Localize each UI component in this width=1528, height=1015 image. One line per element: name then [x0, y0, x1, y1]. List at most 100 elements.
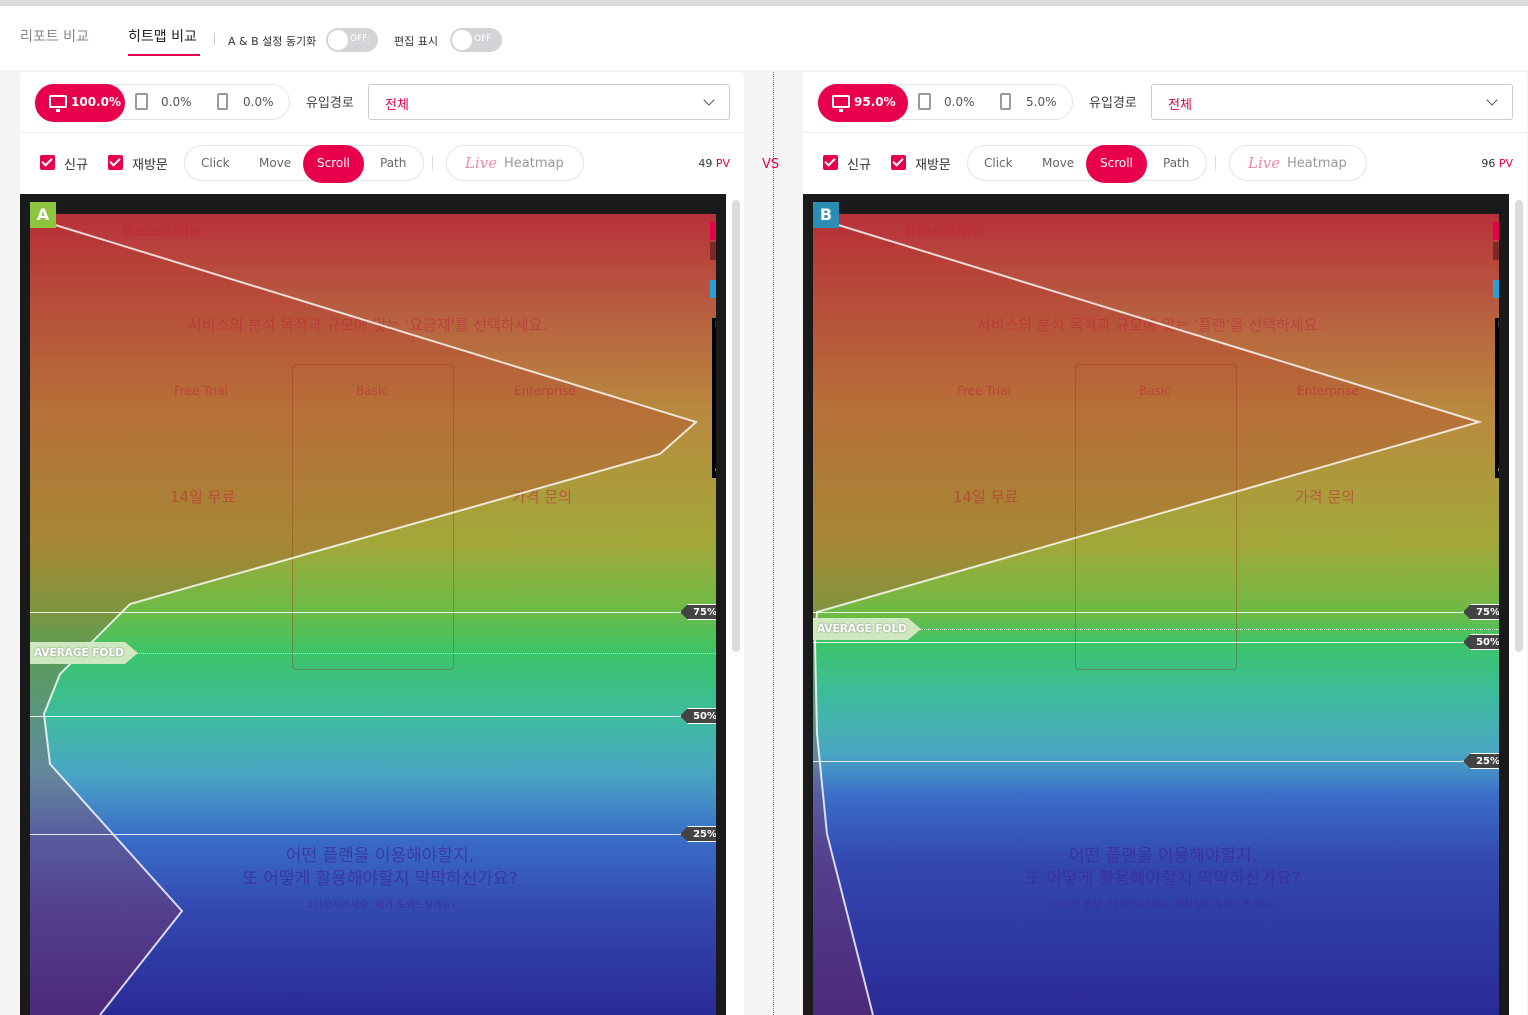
new-visitor-label: 신규	[64, 158, 88, 173]
average-fold-tag: AVERAGE FOLD	[813, 618, 921, 640]
desktop-percent: 100.0%	[71, 95, 121, 109]
revisit-checkbox[interactable]	[108, 155, 123, 170]
new-visitor-checkbox[interactable]	[40, 155, 55, 170]
mode-click[interactable]: Click	[201, 156, 230, 170]
new-visitor-checkbox[interactable]	[823, 155, 838, 170]
panel-divider	[773, 72, 774, 1015]
edit-display-toggle[interactable]: OFF	[450, 28, 502, 52]
desktop-device-button[interactable]: 95.0%	[818, 84, 908, 122]
divider	[803, 132, 1527, 133]
scroll-depth-area	[30, 224, 696, 1015]
ab-sync-toggle[interactable]: OFF	[326, 28, 378, 52]
heat-legend: H C	[712, 318, 722, 478]
mode-scroll[interactable]: Scroll	[1086, 145, 1147, 183]
heatmap-mode-tabs: Click Move Scroll Path	[184, 145, 424, 183]
scroll-depth-curve	[813, 223, 1483, 1015]
pv-value: 49	[698, 157, 713, 170]
heatmap-panel-b: 95.0% 0.0% 5.0% 유입경로 전체 신규 재방문 Click Mov…	[803, 72, 1527, 1015]
inflow-select[interactable]: 전체	[368, 84, 730, 120]
scroll-50-tag: 50%	[1463, 634, 1499, 650]
heatmap-frame[interactable]: Beusable 서비스의 분석 목적과 규모에 맞는 '요금제'를 선택하세요…	[20, 194, 726, 1015]
desktop-percent: 95.0%	[854, 95, 896, 109]
scroll-50-line	[30, 716, 680, 717]
heatmap-mode-tabs: Click Move Scroll Path	[967, 145, 1207, 183]
pv-unit: PV	[1498, 157, 1513, 170]
heatmap-viewer: Beusable 서비스의 분석 목적과 규모에 맞는 '플랜'을 선택하세요.…	[803, 194, 1527, 1015]
monitor-icon	[832, 95, 850, 112]
scroll-50-line	[813, 642, 1463, 643]
inflow-select[interactable]: 전체	[1151, 84, 1513, 120]
expand-icon[interactable]: ‹›	[710, 222, 716, 240]
tablet-icon	[918, 93, 931, 110]
toggle-knob	[452, 30, 472, 50]
pv-unit: PV	[715, 157, 730, 170]
mode-scroll[interactable]: Scroll	[303, 145, 364, 183]
tab-report-compare[interactable]: 리포트 비교	[20, 26, 89, 46]
scroll-75-tag: 75%	[680, 604, 716, 620]
chevron-down-icon	[703, 94, 715, 106]
legend-cold-label: C	[715, 466, 722, 476]
tablet-percent: 0.0%	[161, 95, 192, 109]
heatmap-text: Heatmap	[1287, 156, 1347, 171]
scroll-25-line	[30, 834, 680, 835]
compare-top-bar: 리포트 비교 히트맵 비교 A & B 설정 동기화 OFF 편집 표시 OFF	[0, 0, 1528, 70]
legend-high-label: H	[1498, 320, 1506, 330]
live-heatmap-button[interactable]: Live Heatmap	[1229, 145, 1367, 181]
mode-move[interactable]: Move	[1042, 156, 1074, 170]
live-text: Live	[1248, 154, 1281, 172]
toggle-knob	[328, 30, 348, 50]
vs-label: VS	[762, 157, 780, 172]
heat-legend: H C	[1495, 318, 1506, 478]
legend-gradient	[716, 336, 722, 454]
scroll-25-tag: 25%	[680, 826, 716, 842]
divider	[214, 33, 215, 45]
average-fold-tag: AVERAGE FOLD	[30, 642, 138, 664]
expand-icon[interactable]: ‹›	[1493, 222, 1499, 240]
tab-heatmap-compare[interactable]: 히트맵 비교	[128, 26, 197, 46]
toggle-state: OFF	[474, 34, 492, 44]
live-heatmap-button[interactable]: Live Heatmap	[446, 145, 584, 181]
desktop-device-button[interactable]: 100.0%	[35, 84, 125, 122]
inflow-label: 유입경로	[306, 96, 354, 111]
monitor-icon	[49, 95, 67, 112]
download-icon[interactable]: ↓	[1493, 280, 1499, 298]
panel-badge-a: A	[30, 202, 56, 228]
mode-move[interactable]: Move	[259, 156, 291, 170]
toggle-state: OFF	[350, 34, 368, 44]
mode-path[interactable]: Path	[380, 156, 406, 170]
chevron-down-icon	[1486, 94, 1498, 106]
mobile-icon	[217, 93, 228, 110]
heatmap-frame[interactable]: Beusable 서비스의 분석 목적과 규모에 맞는 '플랜'을 선택하세요.…	[803, 194, 1509, 1015]
mode-path[interactable]: Path	[1163, 156, 1189, 170]
scroll-25-line	[813, 761, 1463, 762]
tablet-percent: 0.0%	[944, 95, 975, 109]
collapse-icon[interactable]: ›‹	[710, 242, 716, 260]
scroll-50-tag: 50%	[680, 708, 716, 724]
revisit-checkbox[interactable]	[891, 155, 906, 170]
mobile-percent: 5.0%	[1026, 95, 1057, 109]
legend-cold-label: C	[1498, 466, 1505, 476]
heatmap-panel-a: 100.0% 0.0% 0.0% 유입경로 전체 신규 재방문 Click Mo…	[20, 72, 744, 1015]
scrollbar[interactable]	[732, 200, 740, 652]
inflow-label: 유입경로	[1089, 96, 1137, 111]
scroll-75-tag: 75%	[1463, 604, 1499, 620]
mobile-percent: 0.0%	[243, 95, 274, 109]
device-filter: 95.0% 0.0% 5.0%	[817, 84, 1073, 122]
device-filter: 100.0% 0.0% 0.0%	[34, 84, 290, 122]
collapse-icon[interactable]: ›‹	[1493, 242, 1499, 260]
download-icon[interactable]: ↓	[710, 280, 716, 298]
scroll-depth-curve	[30, 223, 698, 1015]
average-fold-line	[903, 629, 1499, 630]
pageview-count: 49 PV	[698, 157, 730, 170]
revisit-label: 재방문	[132, 158, 168, 173]
scroll-75-line	[813, 612, 1463, 613]
revisit-label: 재방문	[915, 158, 951, 173]
scroll-depth-area	[813, 224, 1479, 1015]
inflow-value: 전체	[1168, 98, 1192, 113]
mode-click[interactable]: Click	[984, 156, 1013, 170]
heatmap-viewer: Beusable 서비스의 분석 목적과 규모에 맞는 '요금제'를 선택하세요…	[20, 194, 744, 1015]
panel-badge-b: B	[813, 202, 839, 228]
scrollbar[interactable]	[1515, 200, 1523, 652]
new-visitor-label: 신규	[847, 158, 871, 173]
scroll-25-tag: 25%	[1463, 753, 1499, 769]
